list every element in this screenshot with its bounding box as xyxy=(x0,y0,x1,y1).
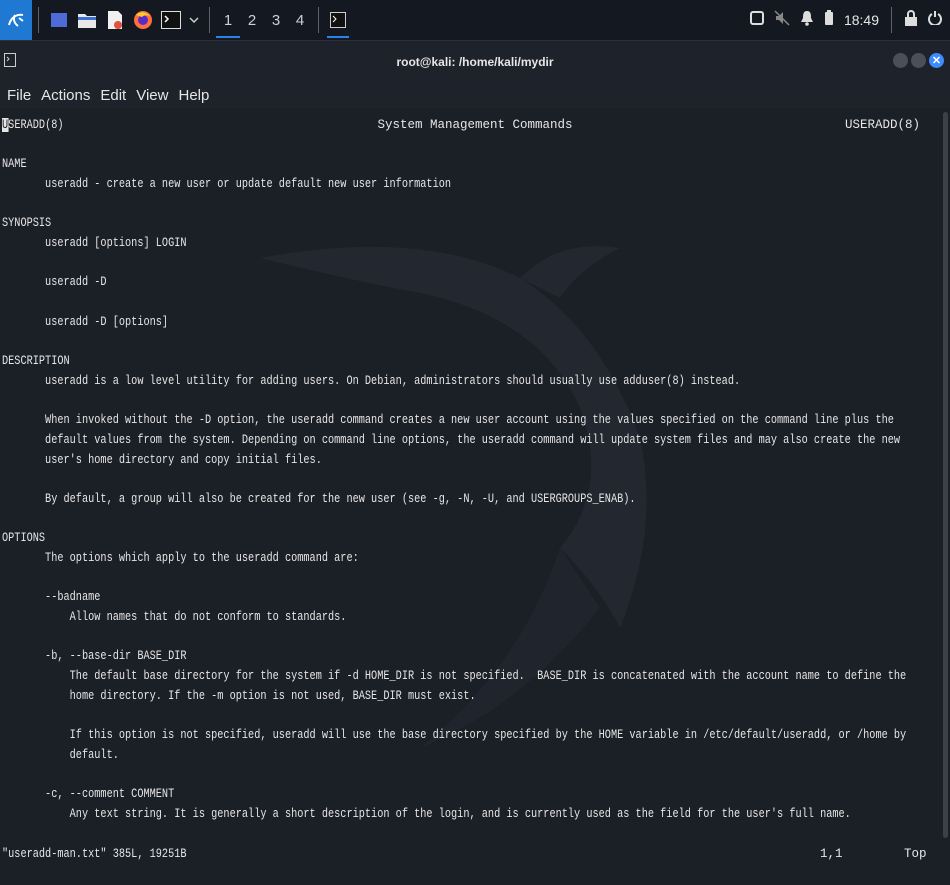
menu-edit[interactable]: Edit xyxy=(100,87,126,104)
file-manager-icon[interactable] xyxy=(76,9,98,31)
window-titlebar[interactable]: root@kali: /home/kali/mydir ✕ xyxy=(0,41,950,83)
man-line: useradd - create a new user or update de… xyxy=(2,177,452,191)
option-name: --badname xyxy=(2,590,101,604)
menu-actions[interactable]: Actions xyxy=(41,87,90,104)
man-line: useradd is a low level utility for addin… xyxy=(2,374,741,388)
section-heading: NAME xyxy=(2,157,27,171)
screen-icon[interactable] xyxy=(749,10,764,30)
terminal-content[interactable]: USERADD(8) System Management Commands US… xyxy=(0,108,950,885)
status-filename: "useradd-man.txt" 385L, 19251B xyxy=(2,847,187,861)
chevron-down-icon[interactable] xyxy=(188,9,200,31)
section-heading: SYNOPSIS xyxy=(2,216,52,230)
section-heading: DESCRIPTION xyxy=(2,354,70,368)
close-icon: ✕ xyxy=(931,55,942,67)
terminal-icon xyxy=(330,12,346,28)
text-editor-icon[interactable] xyxy=(104,9,126,31)
bell-icon[interactable] xyxy=(800,10,814,31)
clock[interactable]: 18:49 xyxy=(844,12,879,28)
window-title: root@kali: /home/kali/mydir xyxy=(396,55,554,69)
workspace-4[interactable]: 4 xyxy=(288,0,312,40)
man-line: When invoked without the -D option, the … xyxy=(2,413,894,427)
workspace-2[interactable]: 2 xyxy=(240,0,264,40)
man-header-right: USERADD(8) xyxy=(845,118,921,132)
menu-help[interactable]: Help xyxy=(178,87,209,104)
man-line: home directory. If the -m option is not … xyxy=(2,689,476,703)
menu-file[interactable]: File xyxy=(7,87,31,104)
scrollbar[interactable] xyxy=(943,112,948,838)
maximize-button[interactable] xyxy=(911,53,926,68)
firefox-icon[interactable] xyxy=(132,9,154,31)
section-heading: OPTIONS xyxy=(2,531,46,545)
workspace-3[interactable]: 3 xyxy=(264,0,288,40)
man-line: useradd [options] LOGIN xyxy=(2,236,187,250)
terminal-launcher-icon[interactable] xyxy=(160,9,182,31)
battery-icon[interactable] xyxy=(824,9,834,31)
man-line: Allow names that do not conform to stand… xyxy=(2,610,347,624)
power-icon[interactable] xyxy=(928,10,942,30)
workspace-1[interactable]: 1 xyxy=(216,0,240,40)
terminal-icon xyxy=(4,53,16,72)
minimize-button[interactable] xyxy=(893,53,908,68)
taskbar: 1 2 3 4 18:49 xyxy=(0,0,950,41)
show-desktop-icon[interactable] xyxy=(48,9,70,31)
man-line: If this option is not specified, useradd… xyxy=(2,728,907,742)
status-scroll: Top xyxy=(904,847,927,861)
mute-icon[interactable] xyxy=(774,9,790,31)
close-button[interactable]: ✕ xyxy=(929,53,944,68)
status-position: 1,1 xyxy=(820,847,843,861)
kali-menu-icon[interactable] xyxy=(0,0,32,40)
terminal-task-button[interactable] xyxy=(325,0,351,40)
man-line: useradd -D [options] xyxy=(2,315,169,329)
man-line: By default, a group will also be created… xyxy=(2,492,636,506)
man-header-center: System Management Commands xyxy=(377,118,573,132)
man-line: The default base directory for the syste… xyxy=(2,669,907,683)
menubar: File Actions Edit View Help xyxy=(0,83,950,108)
menu-view[interactable]: View xyxy=(136,87,168,104)
man-line: The options which apply to the useradd c… xyxy=(2,551,359,565)
man-line: default. xyxy=(2,748,119,762)
option-name: -c, --comment COMMENT xyxy=(2,787,175,801)
man-line: useradd -D xyxy=(2,275,107,289)
man-line: default values from the system. Dependin… xyxy=(2,433,901,447)
man-line: Any text string. It is generally a short… xyxy=(2,807,851,821)
option-name: -b, --base-dir BASE_DIR xyxy=(2,649,187,663)
man-line: user's home directory and copy initial f… xyxy=(2,453,322,467)
lock-icon[interactable] xyxy=(904,9,918,31)
